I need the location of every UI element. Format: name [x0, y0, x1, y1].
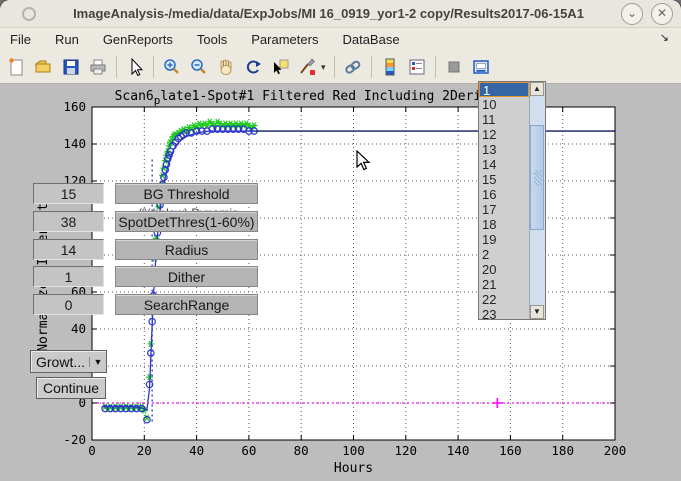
toolbar-separator	[435, 56, 436, 78]
svg-text:180: 180	[551, 443, 574, 458]
link-plots-icon[interactable]	[340, 54, 366, 80]
pointer-icon[interactable]	[122, 54, 148, 80]
searchrange-button[interactable]: SearchRange	[115, 294, 258, 315]
listbox-item[interactable]: 1	[479, 82, 529, 97]
menu-overflow-icon[interactable]: ↘	[660, 31, 669, 44]
close-button[interactable]: ✕	[651, 3, 673, 25]
listbox-item[interactable]: 23	[479, 307, 529, 319]
listbox-item[interactable]: 13	[479, 142, 529, 157]
menu-genreports[interactable]: GenReports	[103, 32, 173, 47]
chevron-down-icon: ▼	[89, 357, 106, 367]
plot-tools-show-icon[interactable]	[468, 54, 494, 80]
radius-button[interactable]: Radius	[115, 239, 258, 260]
listbox-item[interactable]: 17	[479, 202, 529, 217]
listbox-item[interactable]: 2	[479, 247, 529, 262]
rotate-3d-icon[interactable]	[240, 54, 266, 80]
menu-parameters[interactable]: Parameters	[251, 32, 318, 47]
open-file-icon[interactable]	[31, 54, 57, 80]
bg-threshold-button[interactable]: BG Threshold	[115, 183, 258, 204]
listbox-item[interactable]: 16	[479, 187, 529, 202]
scan-listbox: 110111213141516171819220212223 ▲ ▼	[478, 81, 546, 320]
svg-text:40: 40	[71, 321, 86, 336]
print-icon[interactable]	[85, 54, 111, 80]
svg-text:140: 140	[63, 136, 86, 151]
listbox-item[interactable]: 14	[479, 157, 529, 172]
dither-button[interactable]: Dither	[115, 266, 258, 287]
pan-hand-icon[interactable]	[213, 54, 239, 80]
scroll-down-icon[interactable]: ▼	[530, 305, 544, 319]
searchrange-field[interactable]	[33, 294, 104, 315]
window-icon	[22, 7, 36, 21]
listbox-item[interactable]: 15	[479, 172, 529, 187]
zoom-out-icon[interactable]	[186, 54, 212, 80]
app-window: ImageAnalysis-/media/data/ExpJobs/MI 16_…	[0, 0, 681, 481]
listbox-item[interactable]: 18	[479, 217, 529, 232]
svg-text:Hours: Hours	[334, 461, 373, 476]
toolbar-separator	[334, 56, 335, 78]
insert-colorbar-icon[interactable]	[377, 54, 403, 80]
new-file-icon[interactable]	[4, 54, 30, 80]
growth-dropdown[interactable]: Growt... ▼	[30, 350, 107, 373]
listbox-item[interactable]: 11	[479, 112, 529, 127]
radius-field[interactable]	[33, 239, 104, 260]
svg-text:40: 40	[189, 443, 204, 458]
toolbar: ▾	[0, 51, 681, 84]
title-bar: ImageAnalysis-/media/data/ExpJobs/MI 16_…	[0, 0, 681, 28]
menu-database[interactable]: DataBase	[342, 32, 399, 47]
listbox-item[interactable]: 12	[479, 127, 529, 142]
window-title: ImageAnalysis-/media/data/ExpJobs/MI 16_…	[36, 6, 621, 21]
svg-text:80: 80	[294, 443, 309, 458]
growth-dropdown-label: Growt...	[31, 354, 89, 370]
toolbar-separator	[116, 56, 117, 78]
spotdetthres-field[interactable]	[33, 211, 104, 232]
scrollbar-thumb[interactable]	[530, 125, 544, 230]
svg-text:140: 140	[447, 443, 470, 458]
listbox-item[interactable]: 20	[479, 262, 529, 277]
svg-text:Scan6plate1-Spot#1 Filtered Re: Scan6plate1-Spot#1 Filtered Red Includin…	[115, 89, 521, 107]
svg-text:0: 0	[88, 443, 96, 458]
brush-icon[interactable]	[294, 54, 320, 80]
insert-legend-icon[interactable]	[404, 54, 430, 80]
listbox-item[interactable]: 22	[479, 292, 529, 307]
listbox-item[interactable]: 19	[479, 232, 529, 247]
svg-text:20: 20	[137, 443, 152, 458]
plot-tools-hide-icon[interactable]	[441, 54, 467, 80]
figure-area: 020406080100120140160180200-200204060801…	[0, 84, 681, 481]
svg-text:60: 60	[241, 443, 256, 458]
zoom-in-icon[interactable]	[159, 54, 185, 80]
svg-text:160: 160	[499, 443, 522, 458]
menu-tools[interactable]: Tools	[197, 32, 227, 47]
menu-file[interactable]: File	[10, 32, 31, 47]
scan-list-items: 110111213141516171819220212223	[479, 82, 529, 319]
continue-button[interactable]: Continue	[36, 377, 106, 399]
dither-field[interactable]	[33, 266, 104, 287]
menu-run[interactable]: Run	[55, 32, 79, 47]
listbox-item[interactable]: 10	[479, 97, 529, 112]
save-icon[interactable]	[58, 54, 84, 80]
svg-text:100: 100	[342, 443, 365, 458]
data-cursor-icon[interactable]	[267, 54, 293, 80]
brush-dropdown-icon[interactable]: ▾	[321, 62, 329, 73]
listbox-scrollbar[interactable]: ▲ ▼	[529, 82, 545, 319]
svg-text:200: 200	[604, 443, 627, 458]
svg-text:-20: -20	[63, 432, 86, 447]
listbox-item[interactable]: 21	[479, 277, 529, 292]
toolbar-separator	[371, 56, 372, 78]
minimize-button[interactable]: ⌄	[621, 3, 643, 25]
toolbar-separator	[153, 56, 154, 78]
menu-bar: File Run GenReports Tools Parameters Dat…	[0, 28, 681, 51]
svg-text:120: 120	[395, 443, 418, 458]
svg-text:160: 160	[63, 99, 86, 114]
spotdetthres-button[interactable]: SpotDetThres(1-60%)	[115, 211, 258, 232]
bg-threshold-field[interactable]	[33, 183, 104, 204]
mouse-cursor	[356, 150, 376, 172]
scroll-up-icon[interactable]: ▲	[530, 82, 544, 96]
